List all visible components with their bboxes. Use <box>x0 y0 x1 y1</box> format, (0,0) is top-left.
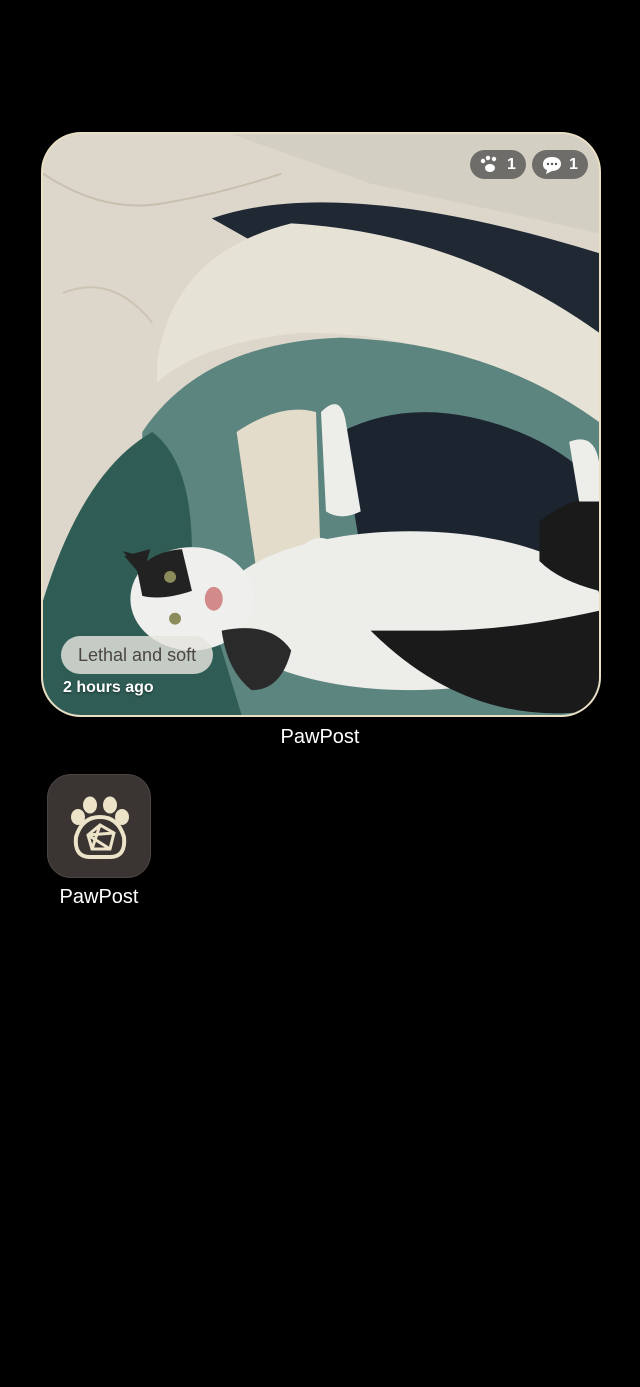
comments-counter[interactable]: 1 <box>532 150 588 179</box>
paw-reactions-counter[interactable]: 1 <box>470 150 526 179</box>
paw-icon <box>479 155 501 175</box>
post-timestamp: 2 hours ago <box>63 679 154 696</box>
pawpost-app-icon[interactable] <box>47 774 151 878</box>
pawpost-widget[interactable]: 1 1 Lethal and soft 2 hours ago <box>41 132 601 717</box>
cat-photo <box>43 134 599 715</box>
post-caption: Lethal and soft <box>61 636 214 674</box>
app-label: PawPost <box>59 886 139 908</box>
paw-count: 1 <box>507 155 516 173</box>
widget-label: PawPost <box>280 726 360 748</box>
paw-camera-icon <box>71 796 129 859</box>
comment-icon <box>541 155 563 175</box>
comment-count: 1 <box>569 155 578 173</box>
